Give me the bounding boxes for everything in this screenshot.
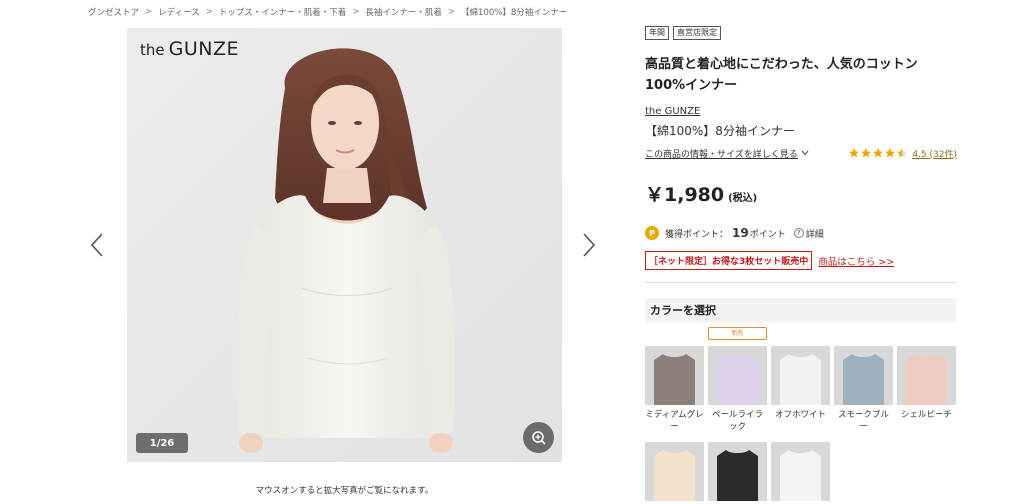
set-sale-row: ［ネット限定］お得な3枚セット販売中 商品はこちら >> bbox=[645, 251, 957, 270]
shirt-icon bbox=[771, 442, 830, 501]
color-swatch-image bbox=[771, 442, 830, 501]
shirt-icon bbox=[645, 346, 704, 405]
price-value: ￥1,980 bbox=[645, 184, 725, 206]
color-swatch[interactable]: ペールライラック bbox=[708, 346, 767, 433]
breadcrumb-separator: > bbox=[205, 7, 213, 17]
chevron-down-icon bbox=[801, 150, 809, 156]
color-swatch[interactable]: オフホワイト bbox=[771, 346, 830, 421]
breadcrumb-item-tops[interactable]: トップス・インナー・肌着・下着 bbox=[219, 6, 347, 18]
breadcrumb-separator: > bbox=[447, 7, 456, 17]
price-tax-label: (税込) bbox=[728, 193, 758, 204]
star-icon bbox=[861, 148, 872, 158]
info-row: この商品の情報・サイズを詳しく見る 4.5 (32件) bbox=[645, 145, 957, 161]
badge-list: 年間 直営店限定 bbox=[645, 26, 957, 40]
product-details-link[interactable]: この商品の情報・サイズを詳しく見る bbox=[645, 147, 809, 160]
chevron-left-icon bbox=[90, 233, 103, 257]
points-detail-link[interactable]: ? 詳細 bbox=[793, 227, 824, 240]
set-sale-banner[interactable]: ［ネット限定］お得な3枚セット販売中 bbox=[645, 251, 813, 270]
previous-image-button[interactable] bbox=[86, 228, 108, 262]
color-swatch-image bbox=[771, 346, 830, 405]
color-swatch-label: スモークブルー bbox=[837, 410, 889, 432]
brand-link[interactable]: the GUNZE bbox=[645, 106, 957, 117]
color-select-header: カラーを選択 bbox=[645, 298, 956, 322]
color-swatch-label: ミディアムグレー bbox=[645, 410, 704, 432]
color-swatch[interactable] bbox=[645, 442, 704, 504]
color-swatch-image bbox=[834, 346, 893, 405]
star-icon bbox=[849, 148, 860, 158]
shirt-icon bbox=[708, 346, 767, 405]
color-swatch[interactable]: シェルピーチ bbox=[897, 346, 956, 421]
color-swatch-image bbox=[708, 442, 767, 501]
points-label: 獲得ポイント： bbox=[665, 229, 729, 240]
shirt-icon bbox=[645, 442, 704, 501]
color-swatch-label: ペールライラック bbox=[711, 410, 763, 432]
zoom-in-icon bbox=[531, 430, 546, 445]
rating-count-link[interactable]: 4.5 (32件) bbox=[912, 147, 957, 160]
new-color-tag: 新色 bbox=[708, 327, 767, 340]
product-name: 【綿100%】8分袖インナー bbox=[645, 124, 795, 138]
product-image-gallery[interactable]: the GUNZE 1/26 bbox=[127, 28, 562, 462]
zoom-button[interactable] bbox=[523, 422, 554, 453]
set-sale-link[interactable]: 商品はこちら >> bbox=[818, 254, 894, 268]
divider bbox=[645, 282, 956, 283]
shirt-icon bbox=[708, 442, 767, 501]
star-rating bbox=[848, 147, 908, 159]
breadcrumb-item-store[interactable]: グンゼストア bbox=[88, 6, 139, 18]
shirt-icon bbox=[771, 346, 830, 405]
color-swatch-image bbox=[897, 346, 956, 405]
chevron-right-icon bbox=[583, 233, 596, 257]
star-icon bbox=[885, 148, 896, 158]
color-swatch-image bbox=[645, 442, 704, 501]
product-catchcopy: 高品質と着心地にこだわった、人気のコットン100%インナー bbox=[645, 57, 918, 93]
badge-annual: 年間 bbox=[645, 26, 669, 40]
color-swatch-image bbox=[708, 346, 767, 405]
points-detail-label: 詳細 bbox=[805, 229, 824, 240]
color-swatch[interactable]: スモークブルー bbox=[834, 346, 893, 433]
brand-logo-gunze: GUNZE bbox=[168, 38, 239, 60]
color-swatch[interactable] bbox=[708, 442, 767, 504]
breadcrumb-item-long-sleeve[interactable]: 長袖インナー・肌着 bbox=[365, 6, 442, 18]
breadcrumb-separator: > bbox=[145, 7, 153, 17]
product-info-panel: 年間 直営店限定 高品質と着心地にこだわった、人気のコットン100%インナー t… bbox=[645, 26, 957, 322]
color-swatch-image bbox=[645, 346, 704, 405]
zoom-caption: マウスオンすると拡大写真がご覧になれます。 bbox=[255, 486, 434, 496]
question-icon: ? bbox=[793, 228, 804, 238]
color-swatch[interactable]: ミディアムグレー bbox=[645, 346, 704, 433]
brand-logo-the: the bbox=[140, 41, 165, 59]
rating[interactable]: 4.5 (32件) bbox=[848, 147, 957, 160]
price: ￥1,980 (税込) bbox=[645, 180, 957, 207]
brand-logo: the GUNZE bbox=[140, 38, 239, 60]
points-unit: ポイント bbox=[749, 229, 786, 240]
shirt-icon bbox=[897, 346, 956, 405]
image-counter: 1/26 bbox=[136, 433, 188, 453]
color-swatch-label: シェルピーチ bbox=[900, 410, 952, 420]
product-photo bbox=[127, 28, 562, 462]
color-swatch-label: オフホワイト bbox=[774, 410, 826, 420]
shirt-icon bbox=[834, 346, 893, 405]
breadcrumb-item-current: 【綿100%】8分袖インナー bbox=[461, 8, 568, 18]
badge-store-limited: 直営店限定 bbox=[673, 26, 721, 40]
next-image-button[interactable] bbox=[578, 228, 600, 262]
star-icon bbox=[873, 148, 884, 158]
points-value: 19 bbox=[732, 226, 749, 240]
product-details-link-label: この商品の情報・サイズを詳しく見る bbox=[645, 149, 798, 160]
points-icon: P bbox=[645, 226, 659, 240]
points-row: P 獲得ポイント： 19 ポイント ? 詳細 bbox=[645, 225, 957, 241]
color-swatch[interactable] bbox=[771, 442, 830, 504]
breadcrumb-separator: > bbox=[352, 7, 360, 17]
breadcrumb: グンゼストア > レディース > トップス・インナー・肌着・下着 > 長袖インナ… bbox=[88, 4, 567, 20]
breadcrumb-item-ladies[interactable]: レディース bbox=[158, 6, 199, 18]
star-icon bbox=[897, 148, 908, 158]
